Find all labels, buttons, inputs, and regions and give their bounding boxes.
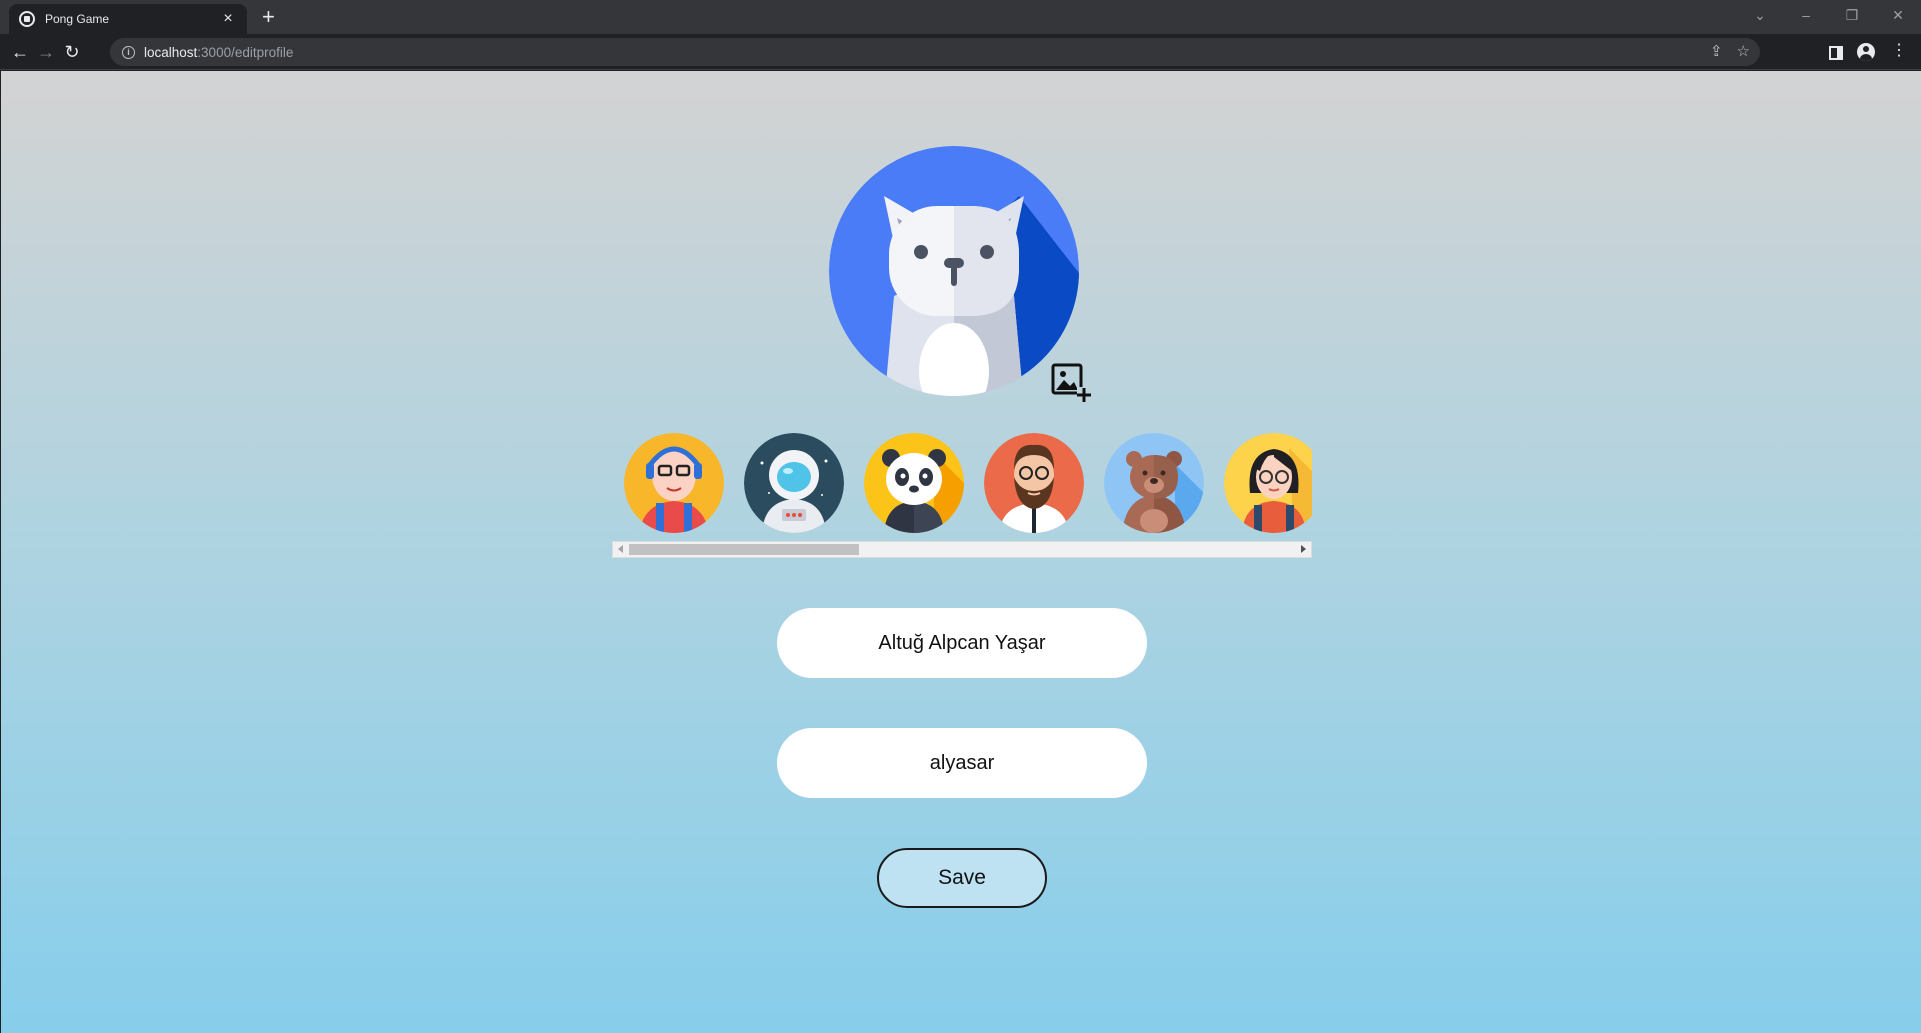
menu-kebab-icon[interactable]: ⋮ (1889, 40, 1909, 62)
new-tab-icon[interactable]: + (262, 6, 275, 28)
page-viewport: Save (1, 71, 1921, 1033)
close-window-icon[interactable]: ✕ (1875, 7, 1921, 24)
tab-title: Pong Game (45, 12, 110, 26)
main-avatar (829, 146, 1079, 396)
avatar-option-glasses-girl[interactable] (1224, 433, 1312, 533)
close-tab-icon[interactable]: × (219, 11, 237, 27)
address-bar[interactable]: i localhost:3000/editprofile ⇪ ☆ (110, 38, 1760, 66)
back-icon[interactable]: ← (8, 40, 32, 64)
browser-tab[interactable]: Pong Game × (9, 4, 247, 34)
avatar-option-headphones-boy[interactable] (624, 433, 724, 533)
window-controls: ⌄ – ❐ ✕ (1737, 0, 1921, 30)
avatar-carousel[interactable] (612, 430, 1312, 540)
avatar-options (624, 433, 1312, 533)
avatar-option-bearded-man[interactable] (984, 433, 1084, 533)
username-input[interactable] (777, 728, 1147, 798)
minimize-icon[interactable]: – (1783, 7, 1829, 23)
profile-icon[interactable] (1857, 43, 1875, 61)
full-name-input[interactable] (777, 608, 1147, 678)
share-icon[interactable]: ⇪ (1710, 42, 1723, 60)
avatar-carousel-scrollbar[interactable] (612, 541, 1312, 558)
tab-favicon-icon (19, 11, 35, 27)
side-panel-icon[interactable] (1829, 46, 1843, 60)
save-button[interactable]: Save (877, 848, 1047, 908)
scroll-right-arrow-icon[interactable] (1301, 545, 1306, 553)
avatar-option-astronaut[interactable] (744, 433, 844, 533)
browser-toolbar: ← → ↻ i localhost:3000/editprofile ⇪ ☆ ⋮ (0, 34, 1921, 70)
avatar-option-bear[interactable] (1104, 433, 1204, 533)
scrollbar-thumb[interactable] (629, 544, 859, 555)
reload-icon[interactable]: ↻ (60, 40, 84, 64)
bookmark-star-icon[interactable]: ☆ (1737, 42, 1750, 60)
url-text: localhost:3000/editprofile (144, 44, 294, 60)
image-add-icon[interactable] (1051, 363, 1091, 403)
forward-icon[interactable]: → (34, 40, 58, 64)
restore-icon[interactable]: ❐ (1829, 7, 1875, 24)
avatar-option-panda[interactable] (864, 433, 964, 533)
scroll-left-arrow-icon[interactable] (618, 545, 623, 553)
site-info-icon[interactable]: i (122, 45, 135, 59)
tab-search-icon[interactable]: ⌄ (1737, 7, 1783, 24)
browser-tab-bar: Pong Game × + ⌄ – ❐ ✕ (0, 0, 1921, 34)
